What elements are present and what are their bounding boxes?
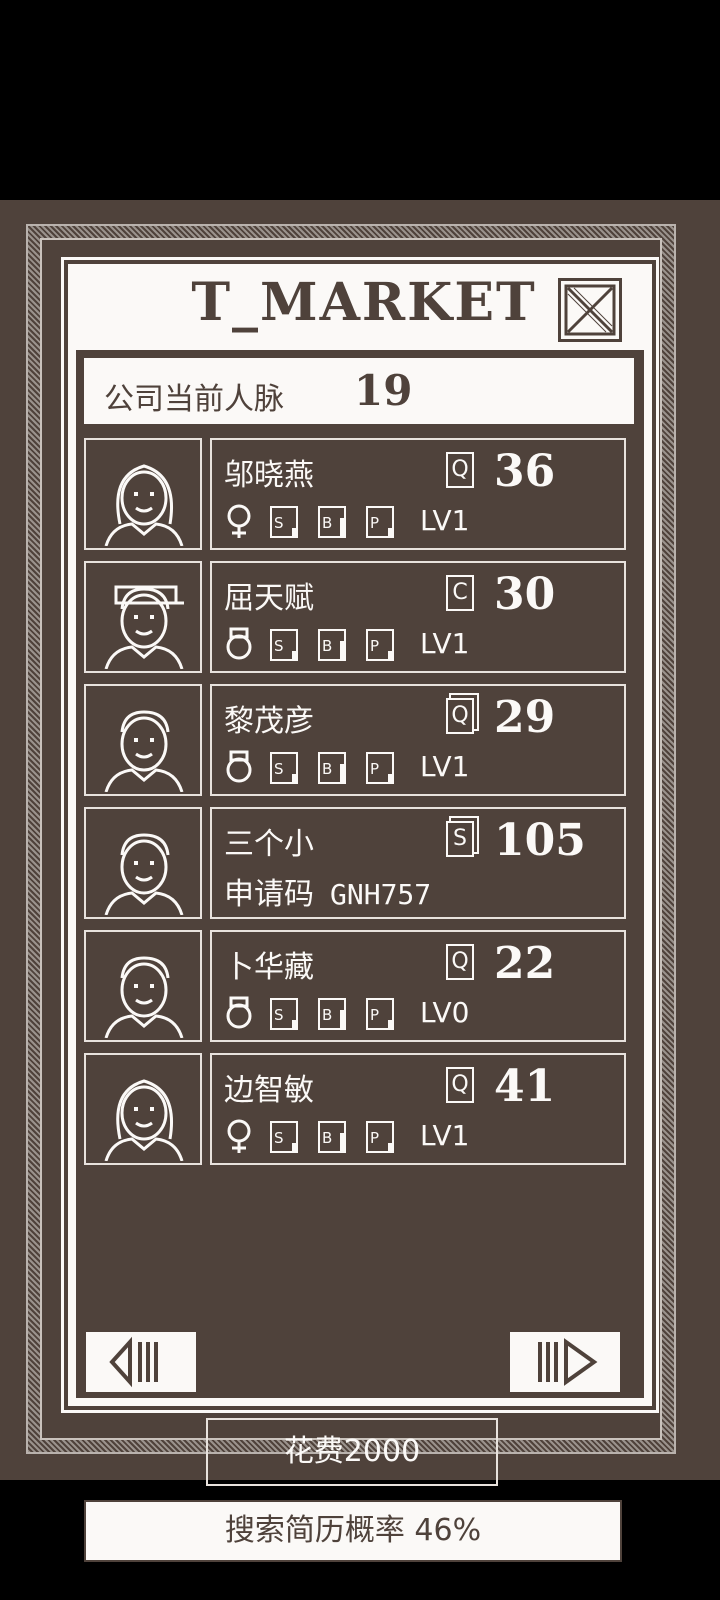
skill-badge: B: [318, 998, 346, 1030]
apply-code-value: GNH757: [330, 878, 432, 911]
grade-badge: Q: [446, 944, 474, 980]
apply-code-label: 申请码: [224, 877, 314, 912]
level-label: LV0: [420, 996, 470, 1029]
candidate-score: 29: [494, 692, 556, 743]
skill-badge: S: [270, 506, 298, 538]
connections-value: 19: [354, 366, 413, 415]
cost-display: 花费2000: [206, 1418, 498, 1486]
candidate-name: 边智敏: [224, 1073, 314, 1108]
candidate-card[interactable]: 卜华藏 Q 22 S B P LV0: [84, 930, 626, 1042]
skill-badge: S: [270, 629, 298, 661]
level-label: LV1: [420, 627, 470, 660]
candidate-card[interactable]: 黎茂彦 Q 29 S B P LV1: [84, 684, 626, 796]
candidate-info: 邬晓燕 Q 36 S B P LV1: [210, 438, 626, 550]
arrow-right-icon: [538, 1338, 598, 1386]
candidate-area: 公司当前人脉 19 邬晓燕 Q 36 S B P LV1 屈天赋 C 30 S B P LV1 黎茂彦 Q 29…: [76, 350, 644, 1398]
avatar: [84, 684, 202, 796]
candidate-score: 22: [494, 938, 556, 989]
game-screen: T_MARKET 公司当前人脉 19 邬晓燕 Q 36 S B P LV1 屈天赋 C 30 S B P…: [0, 200, 720, 1562]
connections-bar: 公司当前人脉 19: [84, 358, 634, 424]
level-label: LV1: [420, 504, 470, 537]
candidate-name: 屈天赋: [224, 581, 314, 616]
next-page-button[interactable]: [508, 1330, 622, 1394]
avatar: [84, 930, 202, 1042]
candidate-card[interactable]: 边智敏 Q 41 S B P LV1: [84, 1053, 626, 1165]
gender-icon: [224, 748, 254, 792]
candidate-info: 边智敏 Q 41 S B P LV1: [210, 1053, 626, 1165]
grade-badge: C: [446, 575, 474, 611]
close-icon: [564, 284, 616, 336]
skill-badge: B: [318, 629, 346, 661]
skill-badge: P: [366, 752, 394, 784]
skill-badge: P: [366, 998, 394, 1030]
candidate-score: 30: [494, 569, 556, 620]
candidate-card[interactable]: 三个小 S 105 申请码 GNH757: [84, 807, 626, 919]
avatar: [84, 1053, 202, 1165]
candidate-info: 黎茂彦 Q 29 S B P LV1: [210, 684, 626, 796]
gender-icon: [224, 994, 254, 1038]
candidate-score: 36: [494, 446, 556, 497]
skill-badge: B: [318, 1121, 346, 1153]
close-button[interactable]: [558, 278, 622, 342]
skill-badge: P: [366, 629, 394, 661]
avatar: [84, 561, 202, 673]
candidate-info: 三个小 S 105 申请码 GNH757: [210, 807, 626, 919]
candidate-name: 黎茂彦: [224, 704, 314, 739]
skill-badge: B: [318, 752, 346, 784]
grade-badge: Q: [446, 698, 474, 734]
prev-page-button[interactable]: [84, 1330, 198, 1394]
gender-icon: [224, 502, 254, 546]
candidate-info: 屈天赋 C 30 S B P LV1: [210, 561, 626, 673]
apply-code: 申请码 GNH757: [224, 869, 431, 913]
candidate-name: 卜华藏: [224, 950, 314, 985]
skill-badge: P: [366, 506, 394, 538]
avatar: [84, 438, 202, 550]
grade-badge: S: [446, 821, 474, 857]
skill-badge: S: [270, 1121, 298, 1153]
candidate-name: 邬晓燕: [224, 458, 314, 493]
gender-icon: [224, 625, 254, 669]
candidate-info: 卜华藏 Q 22 S B P LV0: [210, 930, 626, 1042]
grade-badge: Q: [446, 452, 474, 488]
skill-badge: P: [366, 1121, 394, 1153]
candidate-score: 41: [494, 1061, 556, 1112]
avatar: [84, 807, 202, 919]
arrow-left-icon: [109, 1336, 158, 1388]
candidate-card[interactable]: 邬晓燕 Q 36 S B P LV1: [84, 438, 626, 550]
grade-badge: Q: [446, 1067, 474, 1103]
connections-label: 公司当前人脉: [104, 382, 284, 417]
candidate-name: 三个小: [224, 827, 314, 862]
market-panel: T_MARKET 公司当前人脉 19 邬晓燕 Q 36 S B P LV1 屈天赋 C 30 S B P…: [61, 257, 659, 1413]
search-resume-probability[interactable]: 搜索简历概率 46%: [84, 1500, 622, 1562]
skill-badge: S: [270, 998, 298, 1030]
candidate-score: 105: [494, 815, 586, 866]
gender-icon: [224, 1117, 254, 1161]
level-label: LV1: [420, 1119, 470, 1152]
level-label: LV1: [420, 750, 470, 783]
skill-badge: B: [318, 506, 346, 538]
candidate-card[interactable]: 屈天赋 C 30 S B P LV1: [84, 561, 626, 673]
skill-badge: S: [270, 752, 298, 784]
